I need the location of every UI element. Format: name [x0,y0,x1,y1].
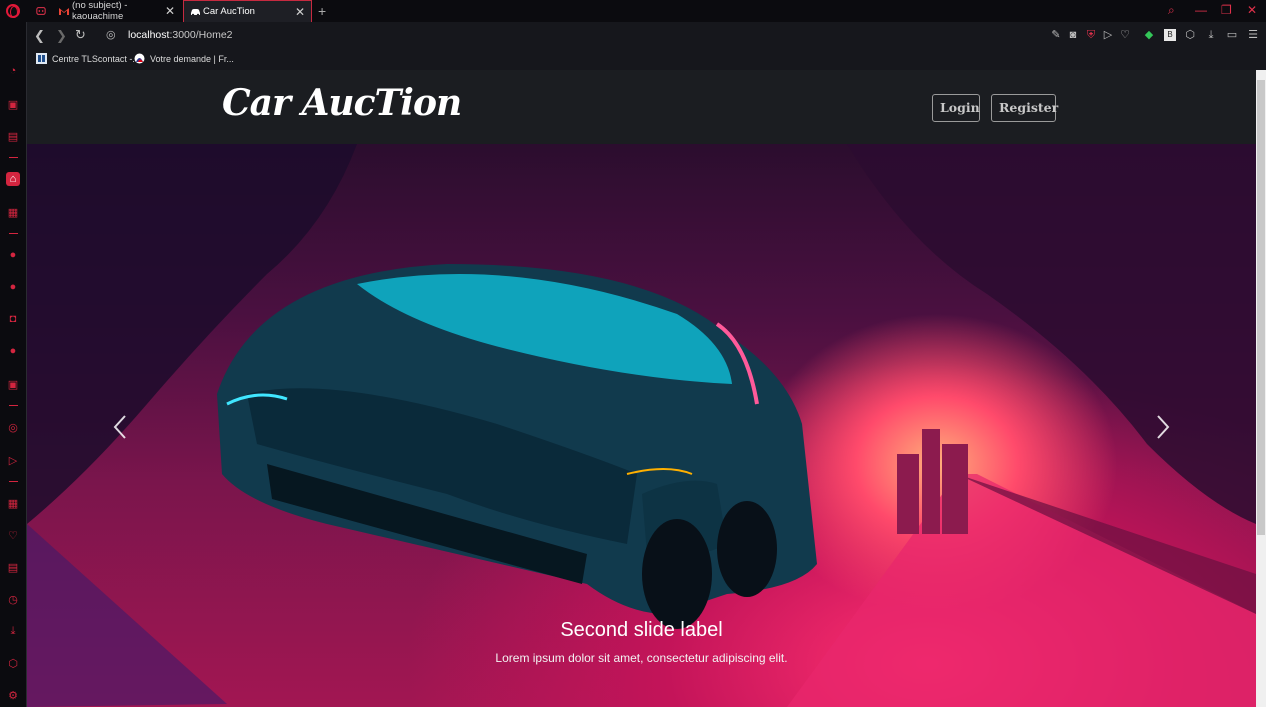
camera-icon[interactable]: ◙ [1067,29,1079,41]
opera-sidebar: ◔ ▣ ▤ ⌂ ▦ ● ● ◘ ● ▣ ◎ ▷ ▦ ♡ ▤ ◷ ⤓ ⬡ ⚙ [0,22,27,707]
whatsapp-icon[interactable]: ● [6,280,20,294]
site-info-icon[interactable]: ◎ [106,28,116,41]
carousel-caption-text: Lorem ipsum dolor sit amet, consectetur … [495,651,788,665]
url-field[interactable]: localhost:3000/Home2 [128,29,233,41]
bookmark-label: Votre demande | Fr... [150,53,234,64]
login-button[interactable]: Login [932,94,980,122]
send-icon[interactable]: ▷ [1102,29,1114,41]
music-player-icon[interactable]: ◎ [6,420,20,434]
site-brand-logo[interactable]: Car AucTion [222,82,462,124]
discord-icon[interactable]: ▣ [6,377,20,391]
sidebar-separator [9,233,18,234]
carousel-next-icon[interactable] [1154,414,1172,440]
shopping-bag-icon[interactable]: ▣ [6,97,20,111]
car-icon [190,7,200,17]
extensions-icon[interactable]: ⬡ [6,656,20,670]
address-bar: ❮ ❯ ↻ ◎ localhost:3000/Home2 ✎ ◙ ⛨ ▷ ♡ ◆… [27,22,1266,49]
search-icon[interactable]: ⌕ [1168,3,1175,18]
web-page: Car AucTion Login Register Second slide … [27,70,1256,707]
forward-icon[interactable]: ❯ [56,28,67,44]
workspace-tab-icon[interactable] [30,0,52,22]
tab-label: Car AucTion [203,6,255,17]
hero-carousel: Second slide label Lorem ipsum dolor sit… [27,144,1256,707]
twitch-icon[interactable]: ▤ [6,129,20,143]
edit-icon[interactable]: ✎ [1050,29,1062,41]
tab-gmail[interactable]: (no subject) - kaouachime ✕ [53,0,181,22]
messenger-icon[interactable]: ● [6,248,20,262]
history-icon[interactable]: ◷ [6,592,20,606]
settings-gear-icon[interactable]: ⚙ [6,688,20,702]
sidebar-separator [9,405,18,406]
gaming-icon[interactable]: ▦ [6,205,20,219]
close-window-icon[interactable]: ✕ [1247,3,1257,17]
menu-icon[interactable]: ☰ [1247,29,1259,41]
tlscontact-icon [36,53,47,64]
home-icon[interactable]: ⌂ [6,172,20,186]
bookmark-tlscontact[interactable]: Centre TLScontact -... [36,53,140,64]
tab-strip: (no subject) - kaouachime ✕ Car AucTion … [0,0,1266,22]
flow-icon[interactable]: ▷ [6,453,20,467]
battery-icon[interactable]: ▭ [1226,29,1238,41]
extension-b-icon[interactable]: B [1164,29,1176,41]
opera-logo-icon[interactable] [6,4,20,18]
site-navbar: Car AucTion Login Register [27,70,1256,144]
speed-dial-icon[interactable]: ◔ [6,64,20,78]
news-icon[interactable]: ▤ [6,560,20,574]
gmail-icon [59,6,69,16]
carousel-prev-icon[interactable] [111,414,129,440]
carousel-caption-title: Second slide label [560,619,723,641]
bookmarks-heart-icon[interactable]: ♡ [6,528,20,542]
tab-label: (no subject) - kaouachime [72,0,128,22]
new-tab-button[interactable]: + [316,0,332,22]
bookmark-label: Centre TLScontact -... [52,53,140,64]
back-icon[interactable]: ❮ [34,28,45,44]
download-icon[interactable]: ⤓ [1205,29,1217,41]
sidebar-separator [9,481,18,482]
bookmarks-bar: Centre TLScontact -... Votre demande | F… [27,49,1266,70]
url-path: :3000/Home2 [169,29,233,41]
instagram-icon[interactable]: ◘ [6,312,20,326]
close-tab-icon[interactable]: ✕ [165,4,175,18]
extension-icon[interactable]: ◆ [1143,29,1155,41]
page-scrollbar-thumb[interactable] [1257,80,1265,535]
cube-icon[interactable]: ⬡ [1184,29,1196,41]
restore-icon[interactable]: ❐ [1221,3,1232,17]
marianne-icon [134,53,145,64]
twitter-icon[interactable]: ● [6,344,20,358]
sidebar-separator [9,157,18,158]
shield-icon[interactable]: ⛨ [1085,29,1097,41]
reload-icon[interactable]: ↻ [75,27,86,43]
downloads-icon[interactable]: ⤓ [6,624,20,638]
register-button[interactable]: Register [991,94,1058,122]
minimize-icon[interactable]: — [1195,3,1207,17]
workspaces-icon[interactable]: ▦ [6,496,20,510]
heart-icon[interactable]: ♡ [1119,29,1131,41]
url-host: localhost [128,29,170,41]
tab-car-auction[interactable]: Car AucTion ✕ [183,0,312,22]
close-tab-icon[interactable]: ✕ [295,5,305,19]
bookmark-votre-demande[interactable]: Votre demande | Fr... [134,53,234,64]
